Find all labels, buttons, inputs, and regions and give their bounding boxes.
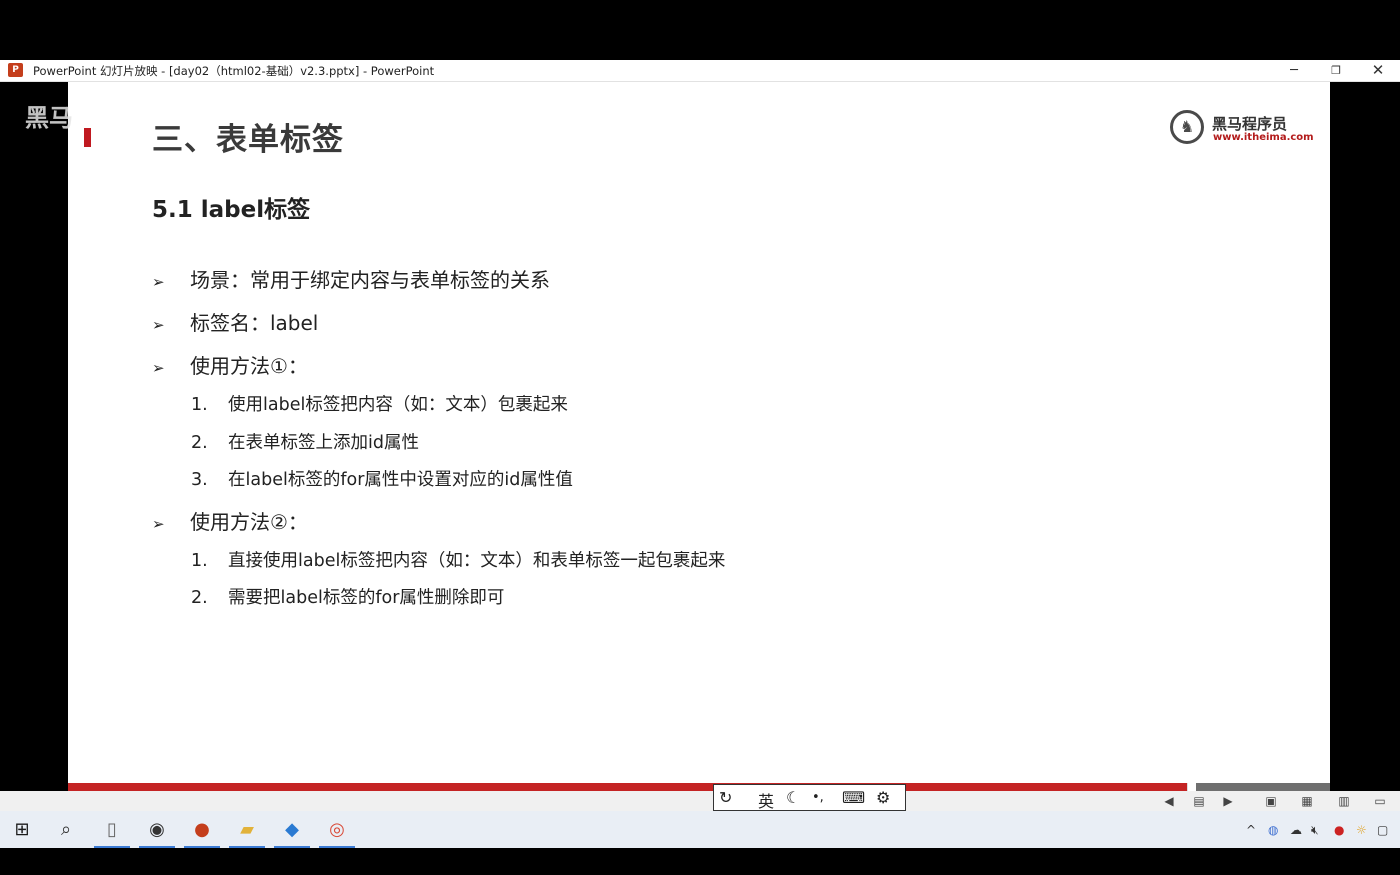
item-text: 在label标签的for属性中设置对应的id属性值 bbox=[228, 470, 573, 490]
notepad-icon[interactable]: ▯ bbox=[92, 811, 132, 848]
item-number: 1. bbox=[191, 395, 208, 415]
next-slide-icon[interactable]: ▶ bbox=[1220, 794, 1236, 808]
minimize-button[interactable]: ─ bbox=[1274, 60, 1314, 81]
settings-icon[interactable]: ⚙ bbox=[876, 788, 890, 807]
brand-name: 黑马程序员 bbox=[1212, 115, 1288, 133]
item-text: 需要把label标签的for属性删除即可 bbox=[228, 588, 505, 608]
volume-muted-icon[interactable]: 🔇︎ bbox=[1311, 822, 1319, 838]
section-heading: 5.1 label标签 bbox=[152, 197, 311, 223]
slideshow-view-icon[interactable]: ▭ bbox=[1372, 794, 1388, 808]
powerpoint-icon: P bbox=[8, 63, 23, 77]
bullet-arrow-icon: ➢ bbox=[152, 515, 165, 533]
bullet-arrow-icon: ➢ bbox=[152, 316, 165, 334]
search-icon[interactable]: ⌕ bbox=[46, 811, 86, 848]
item-number: 2. bbox=[191, 433, 208, 453]
video-watermark: 黑马 bbox=[25, 104, 73, 132]
horse-logo-icon: ♞ bbox=[1170, 110, 1204, 144]
maximize-button[interactable]: ❐ bbox=[1316, 60, 1356, 81]
progress-remaining bbox=[1196, 783, 1330, 791]
bullet-item: ➢ 使用方法②： bbox=[152, 506, 308, 535]
item-text: 在表单标签上添加id属性 bbox=[228, 433, 419, 453]
reading-view-icon[interactable]: ▥ bbox=[1336, 794, 1352, 808]
bullet-arrow-icon: ➢ bbox=[152, 273, 165, 291]
numbered-item: 2. 在表单标签上添加id属性 bbox=[191, 429, 419, 454]
windows-start-icon[interactable]: ⊞ bbox=[2, 811, 42, 848]
bullet-item: ➢ 使用方法①： bbox=[152, 350, 308, 379]
file-explorer-icon[interactable]: ▰ bbox=[227, 811, 267, 848]
numbered-item: 1. 使用label标签把内容（如：文本）包裹起来 bbox=[191, 391, 568, 416]
slideshow-progress-bar bbox=[68, 783, 1330, 791]
progress-fill bbox=[68, 783, 1188, 791]
item-number: 1. bbox=[191, 551, 208, 571]
slide-sorter-icon[interactable]: ▦ bbox=[1299, 794, 1315, 808]
normal-view-icon[interactable]: ▣ bbox=[1263, 794, 1279, 808]
bullet-text: 标签名：label bbox=[190, 311, 319, 335]
progress-gap bbox=[1188, 783, 1196, 791]
slide-menu-icon[interactable]: ▤ bbox=[1191, 794, 1207, 808]
item-text: 使用label标签把内容（如：文本）包裹起来 bbox=[228, 395, 568, 415]
powerpoint-taskbar-icon[interactable]: ● bbox=[182, 811, 222, 848]
window-title: PowerPoint 幻灯片放映 - [day02（html02-基础）v2.3… bbox=[33, 64, 435, 78]
punctuation-icon[interactable]: •, bbox=[812, 790, 824, 805]
vscode-icon[interactable]: ◆ bbox=[272, 811, 312, 848]
chrome-icon[interactable]: ◎ bbox=[317, 811, 357, 848]
tray-record-icon[interactable]: ● bbox=[1334, 822, 1344, 838]
ime-toolbar[interactable]: ↻ 英 ☾ •, ⌨ ⚙ bbox=[713, 784, 906, 811]
slideshow-statusbar bbox=[0, 791, 1400, 811]
bullet-item: ➢ 标签名：label bbox=[152, 307, 318, 336]
bullet-item: ➢ 场景：常用于绑定内容与表单标签的关系 bbox=[152, 264, 550, 293]
numbered-item: 2. 需要把label标签的for属性删除即可 bbox=[191, 584, 504, 609]
bullet-text: 使用方法①： bbox=[190, 354, 308, 378]
slide[interactable]: 三、表单标签 ♞ 黑马程序员 www.itheima.com 5.1 label… bbox=[68, 82, 1330, 791]
tray-overflow-icon[interactable]: ^ bbox=[1246, 822, 1256, 838]
slide-title: 三、表单标签 bbox=[152, 122, 344, 158]
brand-logo: ♞ 黑马程序员 www.itheima.com bbox=[1170, 110, 1314, 150]
previous-slide-icon[interactable]: ◀ bbox=[1161, 794, 1177, 808]
numbered-item: 3. 在label标签的for属性中设置对应的id属性值 bbox=[191, 466, 573, 491]
bullet-text: 使用方法②： bbox=[190, 510, 308, 534]
taskbar: ⊞ ⌕ ▯ ◉ ● ▰ ◆ ◎ bbox=[0, 811, 1400, 848]
tray-app-icon[interactable]: ◍ bbox=[1268, 822, 1278, 838]
letterbox-bottom bbox=[0, 848, 1400, 875]
ime-app-icon[interactable]: ◉ bbox=[137, 811, 177, 848]
item-number: 2. bbox=[191, 588, 208, 608]
tray-weather-icon[interactable]: ☼ bbox=[1356, 822, 1367, 838]
title-marker bbox=[84, 128, 91, 147]
ime-logo-icon[interactable]: ↻ bbox=[719, 788, 732, 807]
onedrive-icon[interactable]: ☁ bbox=[1290, 822, 1302, 838]
moon-icon[interactable]: ☾ bbox=[786, 788, 800, 807]
ime-mode-toggle[interactable]: 英 bbox=[758, 788, 774, 812]
numbered-item: 1. 直接使用label标签把内容（如：文本）和表单标签一起包裹起来 bbox=[191, 547, 725, 572]
bullet-text: 场景：常用于绑定内容与表单标签的关系 bbox=[190, 268, 550, 292]
item-number: 3. bbox=[191, 470, 208, 490]
brand-url: www.itheima.com bbox=[1213, 132, 1314, 143]
bullet-arrow-icon: ➢ bbox=[152, 359, 165, 377]
keyboard-icon[interactable]: ⌨ bbox=[842, 788, 865, 807]
close-button[interactable]: ✕ bbox=[1358, 60, 1398, 81]
item-text: 直接使用label标签把内容（如：文本）和表单标签一起包裹起来 bbox=[228, 551, 726, 571]
window-titlebar: P PowerPoint 幻灯片放映 - [day02（html02-基础）v2… bbox=[0, 60, 1400, 82]
notification-icon[interactable]: ▢ bbox=[1377, 822, 1388, 838]
